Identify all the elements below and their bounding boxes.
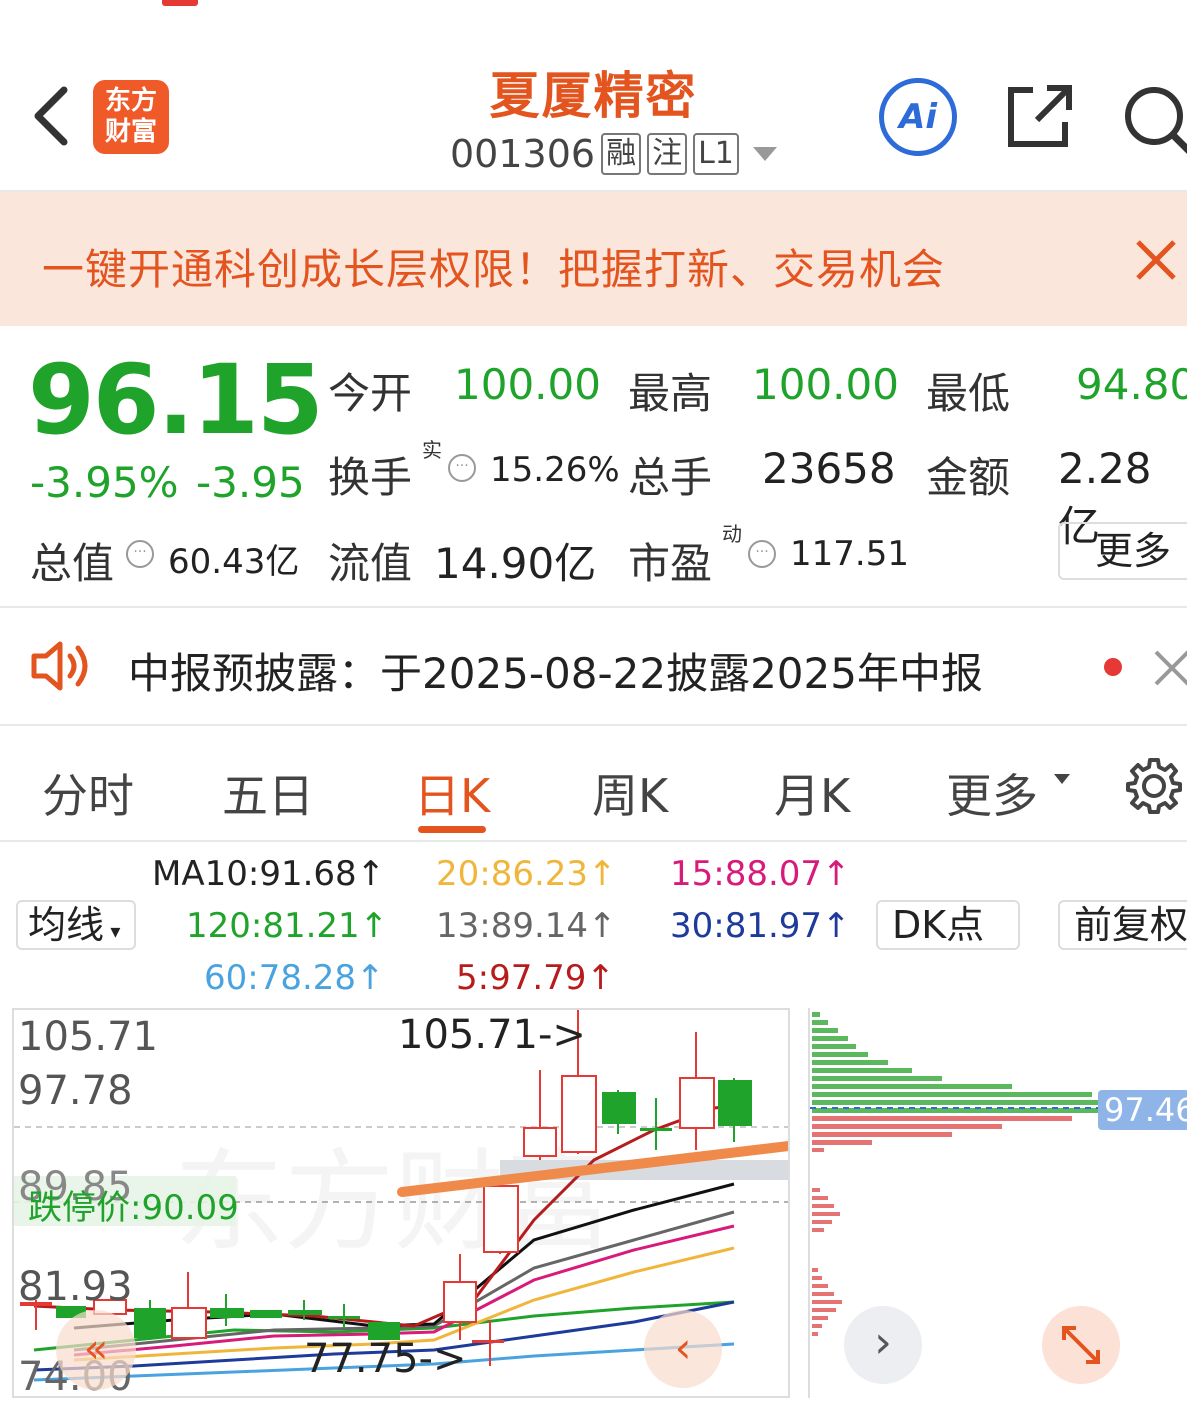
unread-dot bbox=[1104, 658, 1122, 676]
chip-bars bbox=[812, 1012, 1182, 1336]
market-cap-label: 总值 bbox=[30, 539, 115, 588]
turnover-sup: 实 bbox=[422, 438, 442, 462]
tab-weekly-k[interactable]: 周K bbox=[592, 760, 668, 826]
ma15-legend: 15:88.07↑ bbox=[670, 854, 851, 894]
close-icon[interactable] bbox=[1152, 648, 1187, 688]
limit-down-label: 跌停价:90.09 bbox=[28, 1188, 239, 1228]
tab-intraday[interactable]: 分时 bbox=[42, 760, 134, 826]
open-label: 今开 bbox=[328, 369, 413, 418]
status-bar bbox=[0, 0, 1187, 40]
tab-monthly-k[interactable]: 月K bbox=[774, 760, 850, 826]
dk-point-button[interactable]: DK点 bbox=[876, 900, 1020, 950]
ma60-legend: 60:78.28↑ bbox=[204, 958, 385, 998]
ma5-legend: 5:97.79↑ bbox=[456, 958, 615, 998]
tabs-divider bbox=[0, 840, 1187, 842]
low-label: 最低 bbox=[926, 369, 1011, 418]
volume-label: 总手 bbox=[628, 453, 713, 502]
chevron-down-icon[interactable] bbox=[752, 147, 777, 161]
ai-button[interactable]: Ai bbox=[879, 78, 957, 156]
scroll-start-button[interactable]: « bbox=[56, 1310, 136, 1390]
y-axis-label: 81.93 bbox=[18, 1264, 133, 1310]
speaker-icon bbox=[31, 641, 88, 691]
high-value: 100.00 bbox=[752, 360, 899, 409]
float-cap-label: 流值 bbox=[328, 539, 413, 588]
pe-value: 117.51 bbox=[790, 534, 909, 574]
avg-cost-badge: 97.46 bbox=[1098, 1090, 1187, 1130]
pe-label: 市盈 bbox=[628, 539, 713, 588]
notice-divider bbox=[0, 724, 1187, 726]
turnover-label: 换手 bbox=[328, 453, 413, 502]
notice-text[interactable]: 中报预披露：于2025-08-22披露2025年中报 bbox=[128, 640, 983, 701]
ma20-legend: 20:86.23↑ bbox=[436, 854, 617, 894]
more-dots-icon[interactable]: ··· bbox=[748, 540, 776, 568]
gear-icon[interactable] bbox=[1124, 756, 1184, 816]
ma120-legend: 120:81.21↑ bbox=[186, 906, 389, 946]
caret-down-icon[interactable] bbox=[1054, 774, 1070, 784]
ma30-legend: 30:81.97↑ bbox=[670, 906, 851, 946]
share-icon[interactable] bbox=[1007, 84, 1073, 148]
tab-five-day[interactable]: 五日 bbox=[222, 760, 314, 826]
more-dots-icon[interactable]: ··· bbox=[448, 454, 476, 482]
open-value: 100.00 bbox=[454, 360, 601, 409]
turnover-value: 15.26% bbox=[490, 450, 620, 490]
high-label: 最高 bbox=[628, 369, 713, 418]
active-tab-indicator bbox=[418, 826, 486, 833]
quote-divider bbox=[0, 606, 1187, 608]
promo-banner-text[interactable]: 一键开通科创成长层权限！把握打新、交易机会 bbox=[42, 236, 945, 297]
max-price-annotation: 105.71-> bbox=[398, 1012, 586, 1058]
scroll-left-button[interactable]: ‹ bbox=[644, 1310, 722, 1388]
ma10-legend: MA10:91.68↑ bbox=[152, 854, 386, 894]
dk-point-label: DK点 bbox=[892, 903, 985, 947]
registration-tag: 注 bbox=[647, 133, 688, 175]
more-quote-button[interactable]: 更多 bbox=[1058, 522, 1187, 580]
status-notification-badge bbox=[162, 0, 198, 6]
expand-button[interactable] bbox=[1042, 1306, 1120, 1384]
current-price: 96.15 bbox=[28, 344, 324, 456]
adjust-mode-label: 前复权 bbox=[1074, 903, 1187, 947]
tab-more[interactable]: 更多 bbox=[946, 760, 1038, 826]
low-value: 94.80 bbox=[1076, 360, 1187, 409]
level-tag: L1 bbox=[693, 133, 739, 175]
amount-label: 金额 bbox=[926, 453, 1011, 502]
ma-selector[interactable]: 均线 ▾ bbox=[16, 900, 136, 950]
chip-next-button[interactable]: › bbox=[844, 1306, 922, 1384]
stock-code-row[interactable]: 001306 融 注 L1 bbox=[450, 130, 777, 178]
margin-tag: 融 bbox=[601, 133, 642, 175]
y-axis-label: 105.71 bbox=[18, 1014, 158, 1060]
ma-selector-label: 均线 bbox=[28, 903, 105, 947]
y-axis-label: 97.78 bbox=[18, 1068, 133, 1114]
more-dots-icon[interactable]: ··· bbox=[126, 540, 154, 568]
volume-value: 23658 bbox=[762, 444, 896, 493]
change-percent: -3.95% bbox=[30, 458, 179, 507]
chip-distribution-panel[interactable]: 97.46 › bbox=[808, 1008, 1187, 1398]
stock-code: 001306 bbox=[450, 132, 596, 176]
min-price-annotation: 77.75-> bbox=[304, 1336, 467, 1382]
tab-daily-k[interactable]: 日K bbox=[414, 760, 490, 826]
ma13-legend: 13:89.14↑ bbox=[436, 906, 617, 946]
market-cap-value: 60.43亿 bbox=[168, 542, 300, 582]
float-cap-value: 14.90亿 bbox=[434, 539, 597, 588]
volume-indicator-row bbox=[0, 1400, 1187, 1423]
kline-chart[interactable]: 东方财富 105.71 97.78 89.85 81.93 跌停价:90.09 … bbox=[12, 1008, 790, 1398]
change-amount: -3.95 bbox=[196, 458, 305, 507]
search-icon[interactable] bbox=[1122, 84, 1187, 154]
expand-icon bbox=[1062, 1326, 1100, 1364]
adjust-mode-button[interactable]: 前复权 bbox=[1058, 900, 1187, 950]
close-icon[interactable] bbox=[1132, 236, 1180, 284]
pe-sup: 动 bbox=[722, 522, 742, 546]
